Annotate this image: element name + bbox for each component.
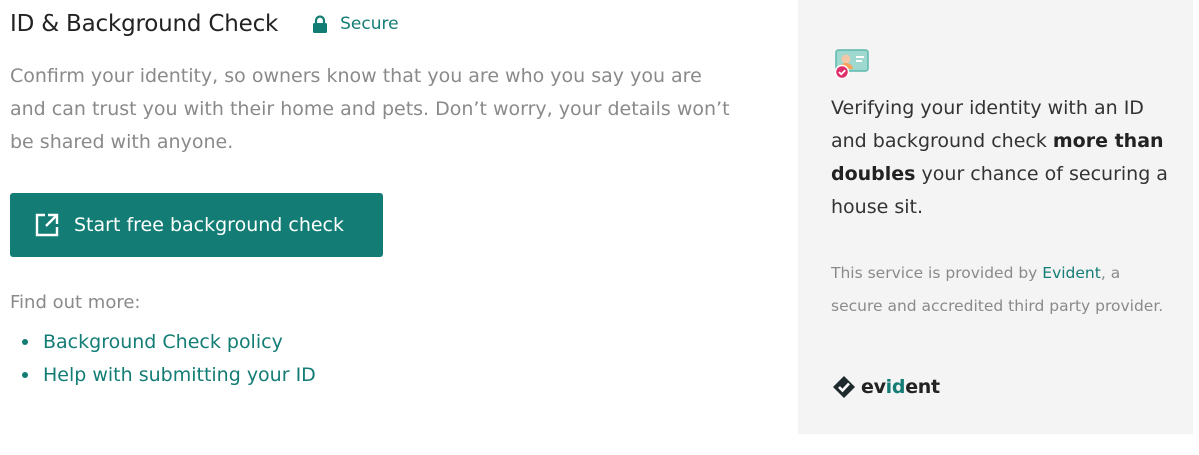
lock-icon (313, 15, 328, 33)
start-background-check-button[interactable]: Start free background check (10, 193, 383, 257)
wordmark-part-1: ev (861, 376, 886, 398)
info-panel: Verifying your identity with an ID and b… (798, 0, 1193, 434)
bullet (22, 338, 28, 345)
secure-badge: Secure (312, 14, 399, 34)
title-row: ID & Background Check Secure (10, 8, 399, 40)
verification-section: ID & Background Check Secure Confirm you… (10, 0, 750, 455)
page-title: ID & Background Check (10, 11, 279, 37)
panel-headline: Verifying your identity with an ID and b… (831, 92, 1171, 224)
find-out-more-label: Find out more: (10, 292, 141, 313)
list-item: Background Check policy (22, 325, 316, 358)
secure-label: Secure (340, 14, 399, 34)
more-links-list: Background Check policy Help with submit… (22, 325, 316, 391)
evident-logo: evident (831, 374, 940, 400)
provider-prefix: This service is provided by (831, 264, 1043, 282)
list-item: Help with submitting your ID (22, 358, 316, 391)
wordmark-part-2: id (885, 376, 906, 398)
id-card-icon (834, 47, 870, 83)
provider-note: This service is provided by Evident, a s… (831, 257, 1176, 323)
evident-link[interactable]: Evident (1042, 264, 1101, 282)
intro-text: Confirm your identity, so owners know th… (10, 65, 730, 153)
evident-check-icon (833, 376, 855, 398)
evident-wordmark: evident (861, 376, 940, 398)
bullet (22, 371, 28, 378)
help-submitting-id-link[interactable]: Help with submitting your ID (43, 364, 316, 386)
background-check-policy-link[interactable]: Background Check policy (43, 331, 283, 353)
wordmark-part-3: ent (905, 376, 940, 398)
external-link-icon (35, 213, 59, 237)
start-background-check-label: Start free background check (74, 214, 344, 236)
